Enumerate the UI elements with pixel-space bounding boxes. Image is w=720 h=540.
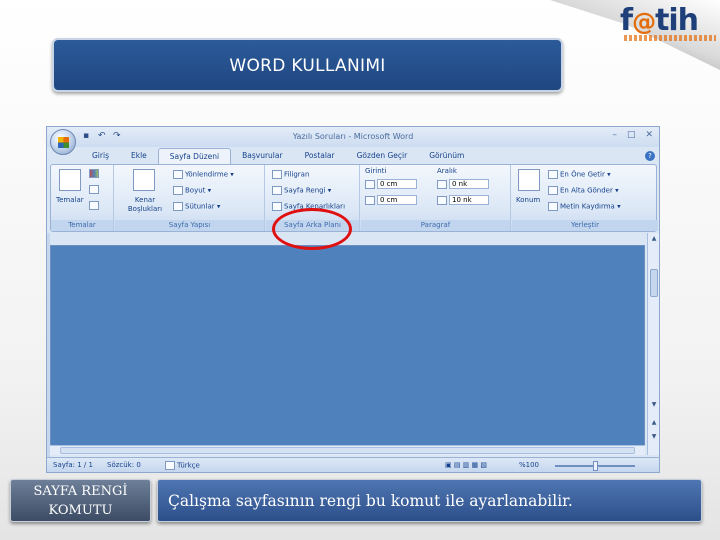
- status-bar: Sayfa: 1 / 1 Sözcük: 0 Türkçe ▣ ▤ ▥ ▦ ▧ …: [47, 457, 659, 472]
- indent-right-icon: [365, 195, 375, 205]
- page-color-button[interactable]: Sayfa Rengi ▾: [272, 186, 331, 195]
- next-page-icon[interactable]: ▼: [648, 433, 659, 440]
- tab-page-layout[interactable]: Sayfa Düzeni: [157, 148, 232, 164]
- watermark-icon: [272, 170, 282, 179]
- status-language[interactable]: Türkçe: [165, 461, 200, 470]
- columns-icon: [173, 202, 183, 211]
- ruler-top: [50, 233, 645, 245]
- group-page-background: Filigran Sayfa Rengi ▾ Sayfa Kenarlıklar…: [266, 165, 360, 231]
- maximize-icon[interactable]: □: [627, 130, 636, 140]
- position-icon[interactable]: [518, 169, 540, 191]
- scroll-thumb[interactable]: [650, 269, 658, 297]
- command-label-line1: SAYFA RENGİ: [33, 484, 128, 499]
- status-words[interactable]: Sözcük: 0: [107, 461, 141, 469]
- zoom-slider[interactable]: [555, 461, 635, 471]
- group-page-setup: Kenar Boşlukları Yönlendirme ▾ Boyut ▾ S…: [115, 165, 265, 231]
- indent-left: 0 cm: [365, 179, 417, 189]
- logo-tagline-decoration: [624, 35, 716, 41]
- tab-review[interactable]: Gözden Geçir: [346, 148, 419, 164]
- themes-icon[interactable]: [59, 169, 81, 191]
- zoom-level[interactable]: %100: [519, 461, 539, 469]
- watermark-button[interactable]: Filigran: [272, 170, 309, 179]
- horizontal-scrollbar[interactable]: [50, 445, 645, 455]
- tab-view[interactable]: Görünüm: [418, 148, 475, 164]
- group-label-page-setup: Sayfa Yapısı: [115, 220, 264, 231]
- orientation-button[interactable]: Yönlendirme ▾: [173, 170, 234, 179]
- zoom-knob[interactable]: [593, 461, 598, 471]
- close-icon[interactable]: ✕: [645, 130, 653, 140]
- group-label-arrange: Yerleştir: [512, 220, 658, 231]
- description-box: Çalışma sayfasının rengi bu komut ile ay…: [157, 479, 702, 522]
- text-wrap-button[interactable]: Metin Kaydırma ▾: [548, 202, 621, 211]
- tab-mailings[interactable]: Postalar: [294, 148, 346, 164]
- word-window: ▪ ↶ ↷ Yazılı Soruları - Microsoft Word –…: [46, 126, 660, 473]
- tab-insert[interactable]: Ekle: [120, 148, 158, 164]
- bring-front-icon: [548, 170, 558, 179]
- spacing-before-icon: [437, 179, 447, 189]
- window-title: Yazılı Soruları - Microsoft Word: [292, 132, 414, 141]
- window-controls: – □ ✕: [612, 130, 653, 140]
- page-borders-icon: [272, 202, 282, 211]
- title-bar: ▪ ↶ ↷ Yazılı Soruları - Microsoft Word –…: [47, 127, 659, 147]
- vertical-scrollbar[interactable]: ▲ ▼ ▲ ▼: [647, 233, 659, 455]
- columns-button[interactable]: Sütunlar ▾: [173, 202, 220, 211]
- document-page[interactable]: [50, 245, 645, 455]
- theme-fonts-icon[interactable]: [89, 185, 101, 194]
- spacing-before-field[interactable]: 0 nk: [449, 179, 489, 189]
- orientation-icon: [173, 170, 183, 179]
- spacing-after: 10 nk: [437, 195, 489, 205]
- ribbon-tabs: Giriş Ekle Sayfa Düzeni Başvurular Posta…: [81, 148, 475, 164]
- send-back-icon: [548, 186, 558, 195]
- scroll-up-icon[interactable]: ▲: [648, 235, 659, 242]
- status-page[interactable]: Sayfa: 1 / 1: [53, 461, 93, 469]
- text-wrap-icon: [548, 202, 558, 211]
- scroll-down-icon[interactable]: ▼: [648, 401, 659, 408]
- bring-front-button[interactable]: En Öne Getir ▾: [548, 170, 611, 179]
- indent-right-field[interactable]: 0 cm: [377, 195, 417, 205]
- group-label-paragraph: Paragraf: [361, 220, 510, 231]
- position-button[interactable]: Konum: [516, 196, 540, 204]
- theme-effects-icon[interactable]: [89, 201, 101, 210]
- spacing-after-field[interactable]: 10 nk: [449, 195, 489, 205]
- logo-at-sign: @: [632, 8, 656, 36]
- help-icon[interactable]: ?: [645, 151, 655, 161]
- page-borders-button[interactable]: Sayfa Kenarlıkları: [272, 202, 345, 211]
- send-back-button[interactable]: En Alta Gönder ▾: [548, 186, 619, 195]
- indent-left-field[interactable]: 0 cm: [377, 179, 417, 189]
- spacing-header: Aralık: [437, 167, 457, 175]
- indent-right: 0 cm: [365, 195, 417, 205]
- spacing-after-icon: [437, 195, 447, 205]
- tab-home[interactable]: Giriş: [81, 148, 120, 164]
- tab-references[interactable]: Başvurular: [231, 148, 293, 164]
- paint-bucket-icon: [272, 186, 282, 195]
- view-buttons[interactable]: ▣ ▤ ▥ ▦ ▧: [445, 461, 487, 469]
- hscroll-thumb[interactable]: [60, 447, 635, 454]
- indent-header: Girinti: [365, 167, 387, 175]
- themes-button[interactable]: Temalar: [56, 196, 84, 204]
- group-arrange: Konum En Öne Getir ▾ En Alta Gönder ▾ Me…: [512, 165, 658, 231]
- theme-colors-icon[interactable]: [89, 169, 101, 178]
- group-paragraph: Girinti Aralık 0 cm 0 cm 0 nk 10 nk Para…: [361, 165, 511, 231]
- minimize-icon[interactable]: –: [612, 130, 617, 140]
- proofing-icon: [165, 461, 175, 470]
- margins-button[interactable]: Kenar Boşlukları: [119, 196, 171, 214]
- prev-page-icon[interactable]: ▲: [648, 419, 659, 426]
- group-themes: Temalar Temalar: [51, 165, 114, 231]
- indent-left-icon: [365, 179, 375, 189]
- group-label-themes: Temalar: [51, 220, 113, 231]
- command-label: SAYFA RENGİ KOMUTU: [10, 479, 151, 522]
- office-button[interactable]: [50, 129, 76, 155]
- command-label-line2: KOMUTU: [48, 503, 113, 518]
- spacing-before: 0 nk: [437, 179, 489, 189]
- margins-icon[interactable]: [133, 169, 155, 191]
- size-button[interactable]: Boyut ▾: [173, 186, 211, 195]
- size-icon: [173, 186, 183, 195]
- group-label-page-background: Sayfa Arka Planı: [266, 220, 359, 231]
- slide-title: WORD KULLANIMI: [52, 38, 563, 92]
- ribbon: Temalar Temalar Kenar Boşlukları Yönlend…: [50, 164, 658, 250]
